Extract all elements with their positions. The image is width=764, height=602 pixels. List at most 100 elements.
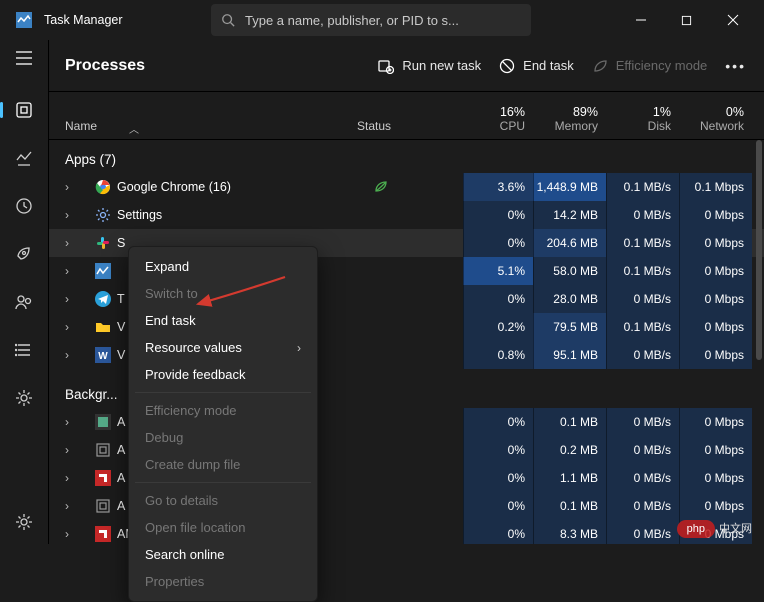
expand-chevron-icon[interactable]: › [65,348,81,362]
cpu-cell: 0% [463,436,533,464]
scrollbar[interactable] [756,140,762,360]
page-header: Processes Run new task End task Efficien… [49,40,764,92]
app-icon [95,291,111,307]
end-task-button[interactable]: End task [499,58,574,74]
group-apps[interactable]: Apps (7) [49,140,764,173]
watermark: php中文网 [677,520,752,538]
expand-chevron-icon[interactable]: › [65,236,81,250]
disk-cell: 0.1 MB/s [606,313,679,341]
nav-users[interactable] [14,292,34,312]
network-cell: 0 Mbps [679,257,752,285]
memory-cell: 58.0 MB [533,257,606,285]
cpu-cell: 0% [463,201,533,229]
disk-cell: 0 MB/s [606,341,679,369]
run-new-task-button[interactable]: Run new task [378,58,481,74]
nav-app-history[interactable] [14,196,34,216]
col-cpu[interactable]: 16%CPU [463,105,533,139]
status-cell [373,179,463,195]
overflow-menu[interactable]: ••• [725,58,746,74]
cm-debug: Debug [129,424,317,451]
memory-cell: 204.6 MB [533,229,606,257]
process-name: Settings [117,208,373,222]
efficiency-mode-button: Efficiency mode [592,58,708,74]
end-task-icon [499,58,515,74]
cpu-cell: 0.8% [463,341,533,369]
memory-cell: 0.2 MB [533,436,606,464]
sort-chevron-icon: ︿ [129,121,139,136]
hamburger-icon[interactable] [14,48,34,68]
disk-cell: 0 MB/s [606,285,679,313]
cpu-cell: 0% [463,408,533,436]
network-cell: 0 Mbps [679,201,752,229]
memory-cell: 95.1 MB [533,341,606,369]
memory-cell: 1,448.9 MB [533,173,606,201]
network-cell: 0.1 Mbps [679,173,752,201]
leaf-icon [592,58,608,74]
memory-cell: 0.1 MB [533,492,606,520]
memory-cell: 8.3 MB [533,520,606,544]
maximize-button[interactable] [664,4,710,36]
expand-chevron-icon[interactable]: › [65,208,81,222]
expand-chevron-icon[interactable]: › [65,415,81,429]
cm-resource-values[interactable]: Resource values› [129,334,317,361]
cm-provide-feedback[interactable]: Provide feedback [129,361,317,388]
expand-chevron-icon[interactable]: › [65,443,81,457]
run-new-task-label: Run new task [402,58,481,73]
cpu-cell: 0% [463,229,533,257]
cm-create-dump: Create dump file [129,451,317,478]
disk-cell: 0 MB/s [606,436,679,464]
cpu-cell: 0% [463,520,533,544]
app-icon [95,470,111,486]
close-button[interactable] [710,4,756,36]
search-placeholder: Type a name, publisher, or PID to s... [245,13,459,28]
page-title: Processes [65,57,145,75]
disk-cell: 0.1 MB/s [606,257,679,285]
nav-performance[interactable] [14,148,34,168]
expand-chevron-icon[interactable]: › [65,320,81,334]
col-network[interactable]: 0%Network [679,105,752,139]
col-memory[interactable]: 89%Memory [533,105,606,139]
memory-cell: 28.0 MB [533,285,606,313]
app-icon [95,207,111,223]
app-icon [95,235,111,251]
nav-startup-apps[interactable] [14,244,34,264]
col-disk[interactable]: 1%Disk [606,105,679,139]
expand-chevron-icon[interactable]: › [65,180,81,194]
annotation-arrow [190,272,290,312]
expand-chevron-icon[interactable]: › [65,499,81,513]
nav-settings[interactable] [14,512,34,532]
col-name[interactable]: ︿Name [49,119,353,139]
nav-details[interactable] [14,340,34,360]
col-status[interactable]: Status [353,119,463,139]
app-icon [95,498,111,514]
expand-chevron-icon[interactable]: › [65,264,81,278]
end-task-label: End task [523,58,574,73]
network-cell: 0 Mbps [679,341,752,369]
expand-chevron-icon[interactable]: › [65,527,81,541]
cm-search-online[interactable]: Search online [129,541,317,568]
app-title: Task Manager [44,13,123,27]
nav-processes[interactable] [14,100,34,120]
cm-separator [135,482,311,483]
expand-chevron-icon[interactable]: › [65,292,81,306]
page-actions: Run new task End task Efficiency mode ••… [378,58,746,74]
app-icon [95,526,111,542]
minimize-button[interactable] [618,4,664,36]
memory-cell: 1.1 MB [533,464,606,492]
cpu-cell: 5.1% [463,257,533,285]
titlebar: Task Manager Type a name, publisher, or … [0,0,764,40]
network-cell: 0 Mbps [679,313,752,341]
memory-cell: 14.2 MB [533,201,606,229]
process-name: Google Chrome (16) [117,180,373,194]
network-cell: 0 Mbps [679,464,752,492]
cm-properties: Properties [129,568,317,595]
expand-chevron-icon[interactable]: › [65,471,81,485]
process-row[interactable]: › Google Chrome (16) 3.6% 1,448.9 MB 0.1… [49,173,764,201]
app-icon [95,414,111,430]
search-box[interactable]: Type a name, publisher, or PID to s... [211,4,531,36]
disk-cell: 0 MB/s [606,408,679,436]
chevron-right-icon: › [297,341,301,355]
nav-services[interactable] [14,388,34,408]
network-cell: 0 Mbps [679,229,752,257]
process-row[interactable]: › Settings 0% 14.2 MB 0 MB/s 0 Mbps [49,201,764,229]
